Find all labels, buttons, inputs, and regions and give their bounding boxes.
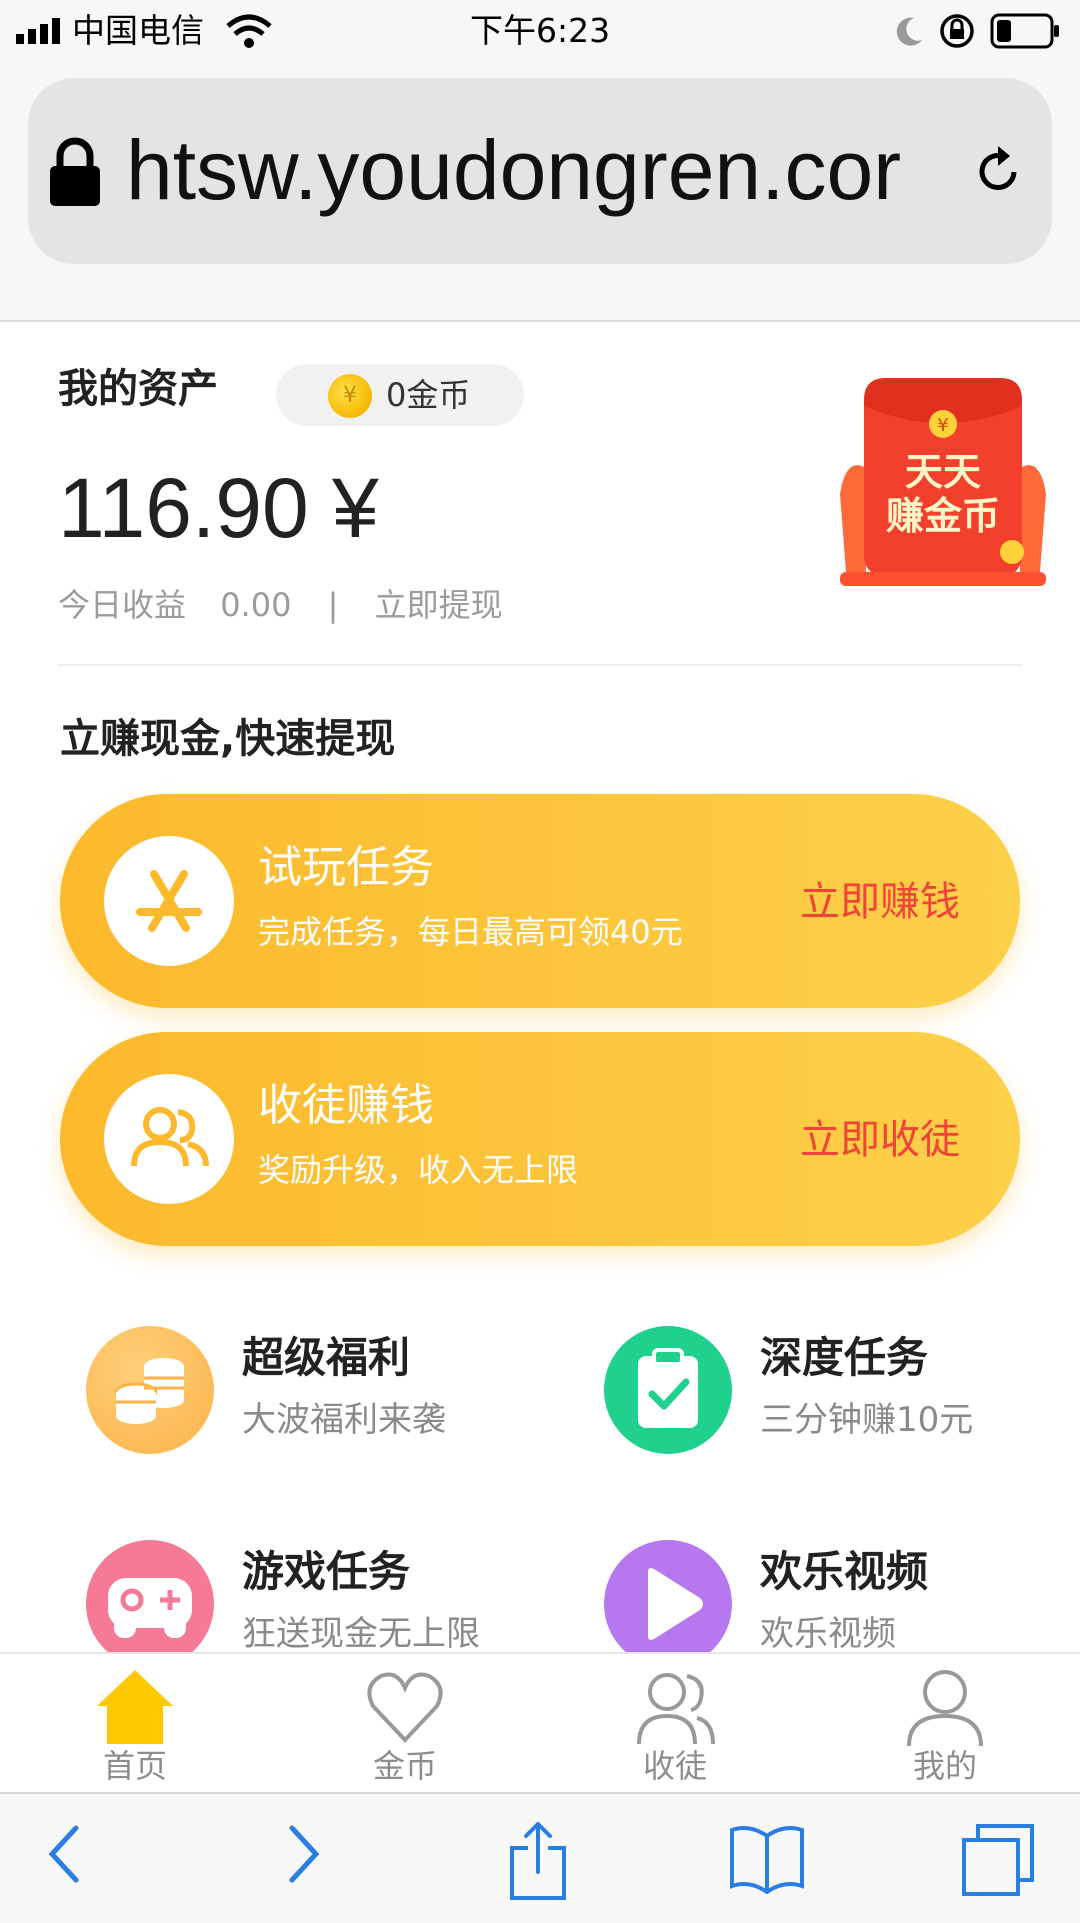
forward-icon[interactable] — [284, 1822, 324, 1886]
task-subtitle: 奖励升级，收入无上限 — [258, 1151, 579, 1189]
tabs-icon[interactable] — [960, 1822, 1036, 1898]
app-store-icon — [104, 836, 234, 966]
tab-label: 收徒 — [642, 1747, 707, 1785]
feature-title: 游戏任务 — [242, 1547, 411, 1596]
url-text[interactable]: htsw.youdongren.cor — [126, 118, 926, 222]
divider — [58, 664, 1022, 666]
recruit-now-button[interactable]: 立即收徒 — [800, 1112, 960, 1168]
reload-icon[interactable] — [974, 144, 1024, 198]
daily-coin-promo[interactable]: ¥ 天天 赚金币 — [836, 376, 1050, 590]
carrier-label: 中国电信 — [72, 11, 204, 50]
earn-now-button[interactable]: 立即赚钱 — [800, 874, 960, 930]
svg-text:¥: ¥ — [937, 415, 948, 436]
signal-icon — [16, 18, 60, 44]
tab-label: 金币 — [372, 1747, 437, 1785]
feature-title: 深度任务 — [760, 1333, 929, 1382]
coin-icon: ¥ — [328, 374, 372, 418]
users-icon — [104, 1074, 234, 1204]
back-icon[interactable] — [44, 1822, 84, 1886]
feature-subtitle: 大波福利来袭 — [242, 1400, 446, 1440]
share-icon[interactable] — [506, 1822, 570, 1902]
bookmarks-icon[interactable] — [728, 1822, 806, 1894]
battery-icon — [990, 13, 1059, 49]
coin-balance-pill[interactable]: ¥ 0金币 — [276, 364, 524, 426]
wifi-icon — [226, 14, 272, 48]
task-title: 收徒赚钱 — [258, 1080, 434, 1131]
coins-stack-icon — [86, 1326, 214, 1454]
tab-recruit[interactable]: 收徒 — [540, 1654, 810, 1794]
feature-title: 欢乐视频 — [760, 1547, 929, 1596]
status-bar: 中国电信 下午6:23 — [0, 0, 1080, 62]
coin-balance: 0金币 — [386, 376, 471, 414]
tab-label: 我的 — [912, 1747, 977, 1785]
trial-task-card[interactable]: 试玩任务 完成任务，每日最高可领40元 立即赚钱 — [60, 794, 1020, 1008]
separator: | — [327, 586, 339, 624]
moon-icon — [896, 17, 922, 46]
balance-amount: 116.90 ¥ — [58, 461, 379, 555]
feature-subtitle: 三分钟赚10元 — [760, 1400, 974, 1440]
withdraw-link[interactable]: 立即提现 — [375, 586, 503, 624]
clipboard-check-icon — [604, 1326, 732, 1454]
heart-icon — [367, 1672, 443, 1743]
promo-line-1: 天天 — [904, 450, 981, 494]
earn-section-title: 立赚现金,快速提现 — [60, 716, 396, 762]
recruit-task-card[interactable]: 收徒赚钱 奖励升级，收入无上限 立即收徒 — [60, 1032, 1020, 1246]
url-bar[interactable]: htsw.youdongren.cor — [28, 78, 1052, 264]
promo-line-2: 赚金币 — [885, 494, 1000, 538]
today-earnings-value: 0.00 — [220, 586, 292, 624]
today-earnings-label: 今日收益 — [58, 586, 187, 624]
home-icon — [97, 1670, 173, 1744]
feature-title: 超级福利 — [242, 1333, 411, 1382]
play-icon — [604, 1540, 732, 1668]
tab-label: 首页 — [102, 1747, 167, 1785]
today-earnings-row: 今日收益 0.00 | 立即提现 — [58, 580, 503, 630]
feature-subtitle: 欢乐视频 — [760, 1614, 896, 1654]
task-subtitle: 完成任务，每日最高可领40元 — [258, 913, 683, 951]
assets-title: 我的资产 — [58, 366, 218, 412]
tab-home[interactable]: 首页 — [0, 1654, 270, 1794]
task-title: 试玩任务 — [258, 842, 434, 893]
tab-coins[interactable]: 金币 — [270, 1654, 540, 1794]
bottom-tab-bar: 首页 金币 收徒 我的 — [0, 1652, 1080, 1794]
browser-toolbar — [0, 1792, 1080, 1923]
clock-time: 下午6:23 — [470, 11, 611, 50]
feature-subtitle: 狂送现金无上限 — [242, 1614, 480, 1654]
tab-profile[interactable]: 我的 — [810, 1654, 1080, 1794]
lock-icon — [50, 137, 100, 206]
rotation-lock-icon — [940, 14, 974, 48]
user-icon — [907, 1670, 983, 1746]
feature-deep-task[interactable]: 深度任务 三分钟赚10元 — [578, 1316, 1058, 1466]
gamepad-icon — [86, 1540, 214, 1668]
users-icon — [637, 1673, 715, 1745]
feature-super-welfare[interactable]: 超级福利 大波福利来袭 — [60, 1316, 540, 1466]
